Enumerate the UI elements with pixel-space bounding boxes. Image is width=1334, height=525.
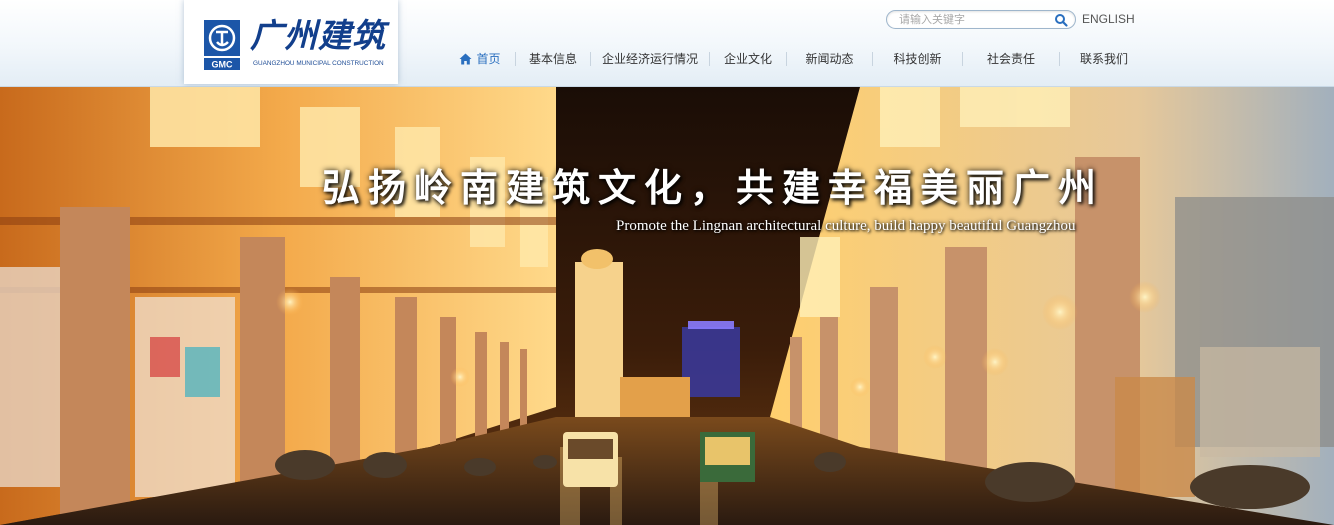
nav-item-culture[interactable]: 企业文化 <box>710 47 786 71</box>
hero-banner[interactable]: 弘扬岭南建筑文化，共建幸福美丽广州 Promote the Lingnan ar… <box>0 87 1334 525</box>
nav-item-social-responsibility[interactable]: 社会责任 <box>963 47 1059 71</box>
nav-item-home[interactable]: 首页 <box>445 47 515 71</box>
brand-name-en: GUANGZHOU MUNICIPAL CONSTRUCTION <box>253 60 384 67</box>
english-link[interactable]: ENGLISH <box>1082 12 1135 26</box>
banner-slogan-en: Promote the Lingnan architectural cultur… <box>616 218 1076 234</box>
gmc-logo-icon: GMC <box>204 20 240 70</box>
site-header: GMC 广州建筑 GUANGZHOU MUNICIPAL CONSTRUCTIO… <box>0 0 1334 87</box>
nav-item-news[interactable]: 新闻动态 <box>787 47 872 71</box>
home-icon <box>459 53 472 65</box>
search-input[interactable] <box>899 12 1049 27</box>
nav-item-basic-info[interactable]: 基本信息 <box>516 47 590 71</box>
brand-name-cn: 广州建筑 <box>250 16 386 55</box>
nav-item-economic-operation[interactable]: 企业经济运行情况 <box>591 47 709 71</box>
nav-item-innovation[interactable]: 科技创新 <box>873 47 962 71</box>
search-icon[interactable] <box>1053 12 1069 28</box>
logo[interactable]: GMC 广州建筑 GUANGZHOU MUNICIPAL CONSTRUCTIO… <box>184 0 398 84</box>
banner-slogan-cn: 弘扬岭南建筑文化，共建幸福美丽广州 <box>322 165 1105 210</box>
nav-label-home: 首页 <box>476 52 501 66</box>
main-nav: 首页 基本信息 企业经济运行情况 企业文化 新闻动态 科技创新 社会责任 联系我… <box>445 47 1148 71</box>
street-night-photo <box>0 87 1334 525</box>
nav-item-contact[interactable]: 联系我们 <box>1060 47 1148 71</box>
logo-mark-text: GMC <box>212 60 233 70</box>
search-box <box>886 10 1076 29</box>
